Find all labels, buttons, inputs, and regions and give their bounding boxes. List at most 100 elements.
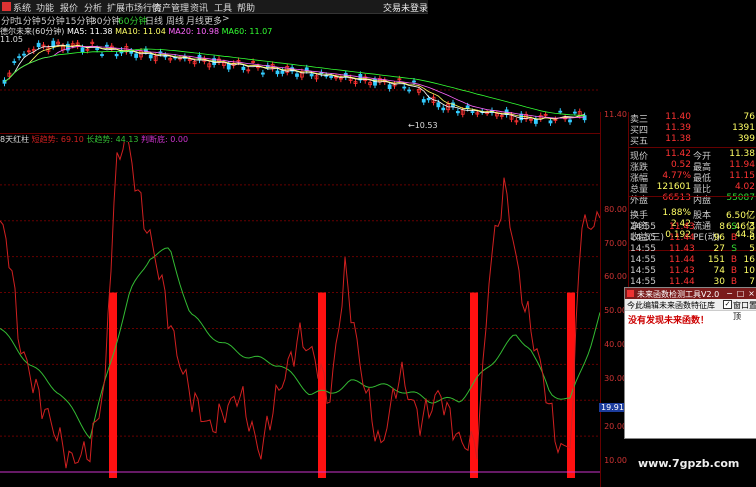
tick-volume: 74 (713, 266, 725, 276)
login-status[interactable]: 交易未登录 (383, 1, 428, 14)
candle-body (12, 61, 17, 63)
tick-time: 14:55 (630, 266, 656, 276)
edit-feature-library-link[interactable]: 今此编辑未来函数特征库 (627, 300, 715, 311)
tick-side: S (731, 222, 737, 232)
candle-body (22, 53, 26, 56)
candle-body (412, 80, 416, 83)
candle-body (280, 70, 285, 74)
red-bar-0 (109, 292, 117, 478)
dialog-toolbar: 今此编辑未来函数特征库 ✓ 窗口置顶 (625, 299, 756, 321)
tick-price: 11.44 (669, 233, 695, 243)
candle-body (80, 47, 85, 53)
quote-value-right: 11.38 (729, 149, 755, 159)
indicator-chart[interactable] (0, 142, 600, 482)
candle-body (104, 44, 109, 47)
tick-side: S (731, 244, 737, 254)
candle-body (465, 105, 470, 109)
chevron-right-icon[interactable]: > (222, 14, 230, 24)
candle-body (455, 111, 460, 114)
candle-body (407, 89, 412, 92)
candle-body (421, 99, 426, 103)
candle-body (558, 110, 563, 113)
candle-body (275, 70, 280, 75)
dialog-titlebar[interactable]: 未来函数检测工具V2.0 − □ × (625, 288, 756, 299)
tick-count: 16 (743, 255, 755, 265)
tick-side: B (730, 233, 737, 243)
checkbox-checked-icon[interactable]: ✓ (723, 300, 732, 309)
candle-body (436, 102, 441, 108)
menu-news[interactable]: 资讯 (190, 1, 208, 14)
quote-value: 11.40 (665, 112, 691, 122)
quote-value-right: 76 (743, 112, 755, 122)
candle-body (548, 120, 553, 124)
dialog-message: 没有发现未来函数！ (628, 316, 710, 326)
quote-sep-1 (629, 147, 756, 148)
quote-row: 外盘 66513 内盘 55087 (629, 193, 756, 206)
candle-body (114, 53, 119, 57)
quote-value: 11.39 (665, 123, 691, 133)
quote-value-right: 55087 (726, 193, 755, 203)
ma-line-1 (4, 44, 585, 120)
tick-volume: 96 (713, 233, 725, 243)
ytick-70: 70.00 (604, 239, 627, 248)
tick-row: 14:55 11.43 74 B 10 (629, 266, 756, 277)
period-bar: 分时 1分钟 5分钟 15分钟 30分钟 60分钟 日线 周线 月线 更多 > (0, 14, 428, 27)
tick-side: B (730, 266, 737, 276)
menu-bar: 系统 功能 报价 分析 扩展市场行情 资产管理 资讯 工具 帮助 交易未登录 (0, 0, 428, 14)
candle-body (36, 42, 41, 48)
app-logo-icon (2, 2, 11, 11)
candle-body (134, 53, 139, 58)
future-function-dialog: 未来函数检测工具V2.0 − □ × 今此编辑未来函数特征库 ✓ 窗口置顶 没有… (624, 287, 756, 439)
candle-body (260, 72, 265, 75)
candle-body (100, 54, 104, 56)
candle-body (241, 66, 246, 71)
menu-tools[interactable]: 工具 (214, 1, 232, 14)
close-icon[interactable]: × (747, 289, 756, 298)
candle-body (441, 107, 446, 111)
quote-row: 买四 11.39 1391 (629, 123, 756, 136)
tick-volume: 27 (713, 244, 725, 254)
kline-chart[interactable] (0, 34, 600, 134)
tick-time: 14:55 (630, 244, 656, 254)
tick-price: 11.44 (669, 255, 695, 265)
quote-row: 换手 1.88% 股本 6.50亿 (629, 208, 756, 221)
menu-quote[interactable]: 报价 (60, 1, 78, 14)
menu-analysis[interactable]: 分析 (84, 1, 102, 14)
quote-row: 现价 11.42 今开 11.38 (629, 149, 756, 162)
menu-system[interactable]: 系统 (13, 1, 31, 14)
pin-window-label[interactable]: 窗口置顶 (733, 300, 756, 322)
ma-line-3 (4, 48, 585, 116)
quote-row: 买五 11.38 399 (629, 134, 756, 147)
ytick-10: 10.00 (604, 456, 627, 465)
quote-value-right: 399 (737, 134, 755, 144)
tick-side: B (730, 277, 737, 287)
quote-value: 11.38 (665, 134, 691, 144)
candle-body (402, 86, 407, 89)
ytick-80: 80.00 (604, 205, 627, 214)
candle-body (568, 119, 572, 123)
maximize-icon[interactable]: □ (736, 289, 745, 298)
quote-label: 买五 (630, 137, 649, 147)
tick-price: 11.43 (669, 244, 695, 254)
quote-label: 外盘 (630, 196, 649, 206)
menu-asset-management[interactable]: 资产管理 (153, 1, 189, 14)
quote-value-right: 1391 (732, 123, 755, 133)
tick-count: 7 (749, 277, 755, 287)
menu-help[interactable]: 帮助 (237, 1, 255, 14)
tick-time: 14:55 (630, 233, 656, 243)
candle-body (387, 84, 392, 90)
short-trend-line (0, 142, 600, 469)
candle-body (470, 111, 475, 113)
menu-function[interactable]: 功能 (36, 1, 54, 14)
long-trend-line (0, 247, 600, 440)
watermark: www.7gpzb.com (638, 457, 740, 470)
current-value-badge: 19.91 (599, 403, 626, 412)
quote-value: 1.88% (662, 208, 691, 218)
quote-row: 卖三 11.40 76 (629, 112, 756, 125)
candle-body (95, 48, 100, 50)
quote-value-right: 4.02 (734, 182, 755, 192)
minimize-icon[interactable]: − (725, 289, 734, 298)
candle-body (572, 111, 577, 114)
tick-time: 14:55 (630, 255, 656, 265)
quote-value: 11.42 (665, 149, 691, 159)
